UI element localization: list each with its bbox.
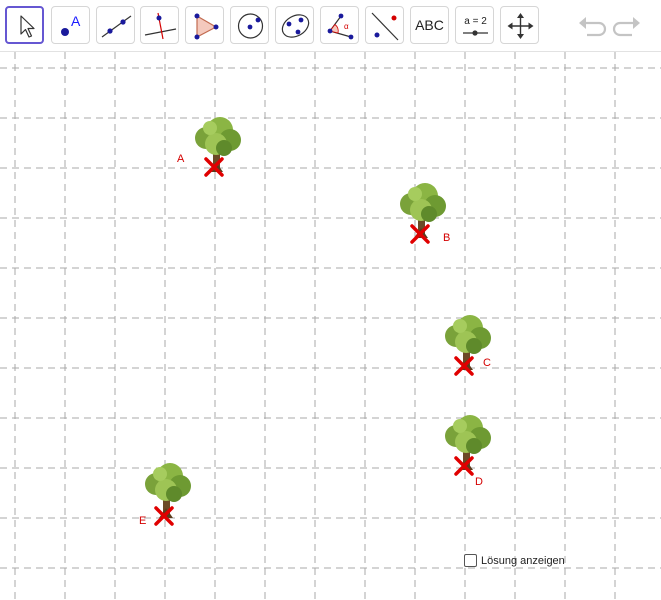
move-graphics-view-button[interactable] — [500, 6, 539, 44]
text-icon: ABC — [415, 17, 444, 33]
perpendicular-tool-button[interactable] — [140, 6, 179, 44]
point-marker[interactable] — [153, 505, 175, 527]
perpendicular-line-icon — [144, 12, 177, 40]
graphics-view[interactable]: A B C D E — [0, 52, 661, 600]
point-marker[interactable] — [453, 455, 475, 477]
point-marker[interactable] — [453, 355, 475, 377]
ellipse-icon — [281, 14, 310, 38]
point-marker[interactable] — [409, 223, 431, 245]
undo-icon — [579, 17, 607, 37]
reflect-icon — [371, 12, 399, 41]
ellipse-tool-button[interactable] — [275, 6, 314, 44]
point-label-a: A — [177, 153, 185, 165]
move-tool-button[interactable] — [5, 6, 44, 44]
slider-icon: a = 2 — [463, 16, 488, 36]
svg-text:a = 2: a = 2 — [464, 16, 487, 27]
point-icon: A — [61, 13, 81, 36]
grid — [0, 52, 661, 600]
point-label-c: C — [483, 357, 491, 369]
move-graphics-view-icon — [507, 13, 534, 39]
angle-tool-button[interactable]: α — [320, 6, 359, 44]
checkbox-box[interactable] — [464, 554, 477, 567]
point-label-b: B — [443, 232, 451, 244]
slider-tool-button[interactable]: a = 2 — [455, 6, 494, 44]
svg-text:A: A — [71, 13, 81, 29]
reflect-tool-button[interactable] — [365, 6, 404, 44]
circle-tool-button[interactable] — [230, 6, 269, 44]
toolbar: A α ABC a = 2 — [0, 0, 661, 52]
svg-text:α: α — [344, 22, 349, 31]
point-label-d: D — [475, 476, 483, 488]
line-icon — [101, 15, 132, 38]
pointer-arrow-icon — [20, 15, 35, 38]
text-tool-button[interactable]: ABC — [410, 6, 449, 44]
point-tool-button[interactable]: A — [51, 6, 90, 44]
polygon-tool-button[interactable] — [185, 6, 224, 44]
angle-icon: α — [327, 13, 354, 40]
polygon-icon — [194, 13, 219, 40]
undo-button[interactable] — [575, 10, 607, 42]
point-marker[interactable] — [203, 156, 225, 178]
line-tool-button[interactable] — [96, 6, 135, 44]
show-solution-checkbox[interactable]: Lösung anzeigen — [464, 554, 565, 567]
point-label-e: E — [139, 515, 147, 527]
circle-icon — [237, 13, 264, 39]
show-solution-label: Lösung anzeigen — [481, 554, 565, 567]
redo-button[interactable] — [612, 10, 644, 42]
redo-icon — [612, 17, 640, 37]
